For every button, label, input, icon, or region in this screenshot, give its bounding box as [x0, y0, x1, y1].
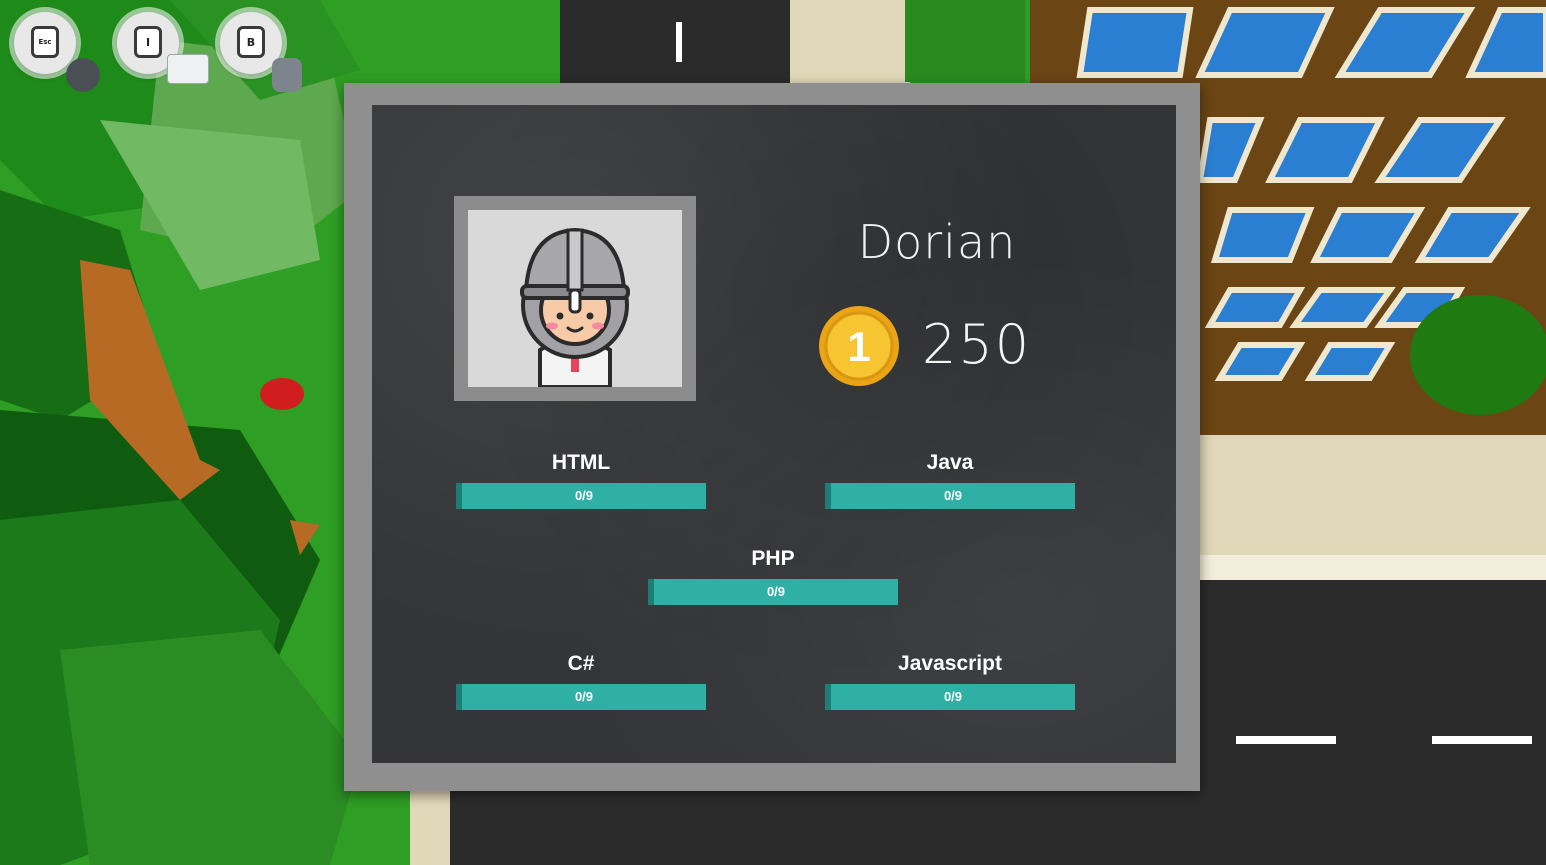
coin-count: 250 — [922, 313, 1032, 376]
skill-php: PHP 0/9 — [648, 545, 898, 605]
profile-panel: Dorian 1 250 HTML 0/9 Java 0/9 PHP 0/9 C… — [344, 83, 1200, 791]
skill-progress-text: 0/9 — [574, 689, 594, 704]
chalkboard: Dorian 1 250 HTML 0/9 Java 0/9 PHP 0/9 C… — [372, 105, 1176, 763]
id-card-icon — [167, 54, 209, 84]
skill-progress-bar: 0/9 — [825, 684, 1075, 710]
skill-label: PHP — [751, 547, 795, 570]
skill-label: C# — [567, 652, 595, 675]
skill-javascript: Javascript 0/9 — [825, 650, 1075, 710]
player-name: Dorian — [857, 215, 1017, 269]
skill-label: HTML — [551, 451, 611, 474]
settings-hotkey-button[interactable]: Esc — [14, 12, 100, 92]
esc-key-icon: Esc — [31, 26, 59, 58]
avatar — [468, 210, 682, 389]
skill-progress-text: 0/9 — [943, 689, 963, 704]
skill-progress-text: 0/9 — [943, 488, 963, 503]
skill-progress-text: 0/9 — [574, 488, 594, 503]
gold-coin-icon: 1 — [819, 306, 899, 386]
skill-label: Javascript — [898, 652, 1002, 675]
i-key-icon: I — [134, 26, 162, 58]
skill-progress-text: 0/9 — [766, 584, 786, 599]
backpack-icon — [272, 58, 302, 92]
skill-progress-bar: 0/9 — [825, 483, 1075, 509]
backpack-hotkey-button[interactable]: B — [220, 12, 302, 92]
skill-progress-bar: 0/9 — [648, 579, 898, 605]
skill-java: Java 0/9 — [825, 449, 1075, 509]
skill-html: HTML 0/9 — [456, 449, 706, 509]
skill-progress-bar: 0/9 — [456, 684, 706, 710]
avatar-frame — [454, 196, 696, 401]
coin-symbol: 1 — [847, 323, 870, 370]
profile-hotkey-button[interactable]: I — [117, 12, 209, 84]
skill-progress-bar: 0/9 — [456, 483, 706, 509]
settings-sliders-icon — [66, 58, 100, 92]
worker-helmet-avatar-icon — [520, 227, 630, 389]
b-key-icon: B — [237, 26, 265, 58]
skill-csharp: C# 0/9 — [456, 650, 706, 710]
skill-label: Java — [926, 451, 974, 474]
